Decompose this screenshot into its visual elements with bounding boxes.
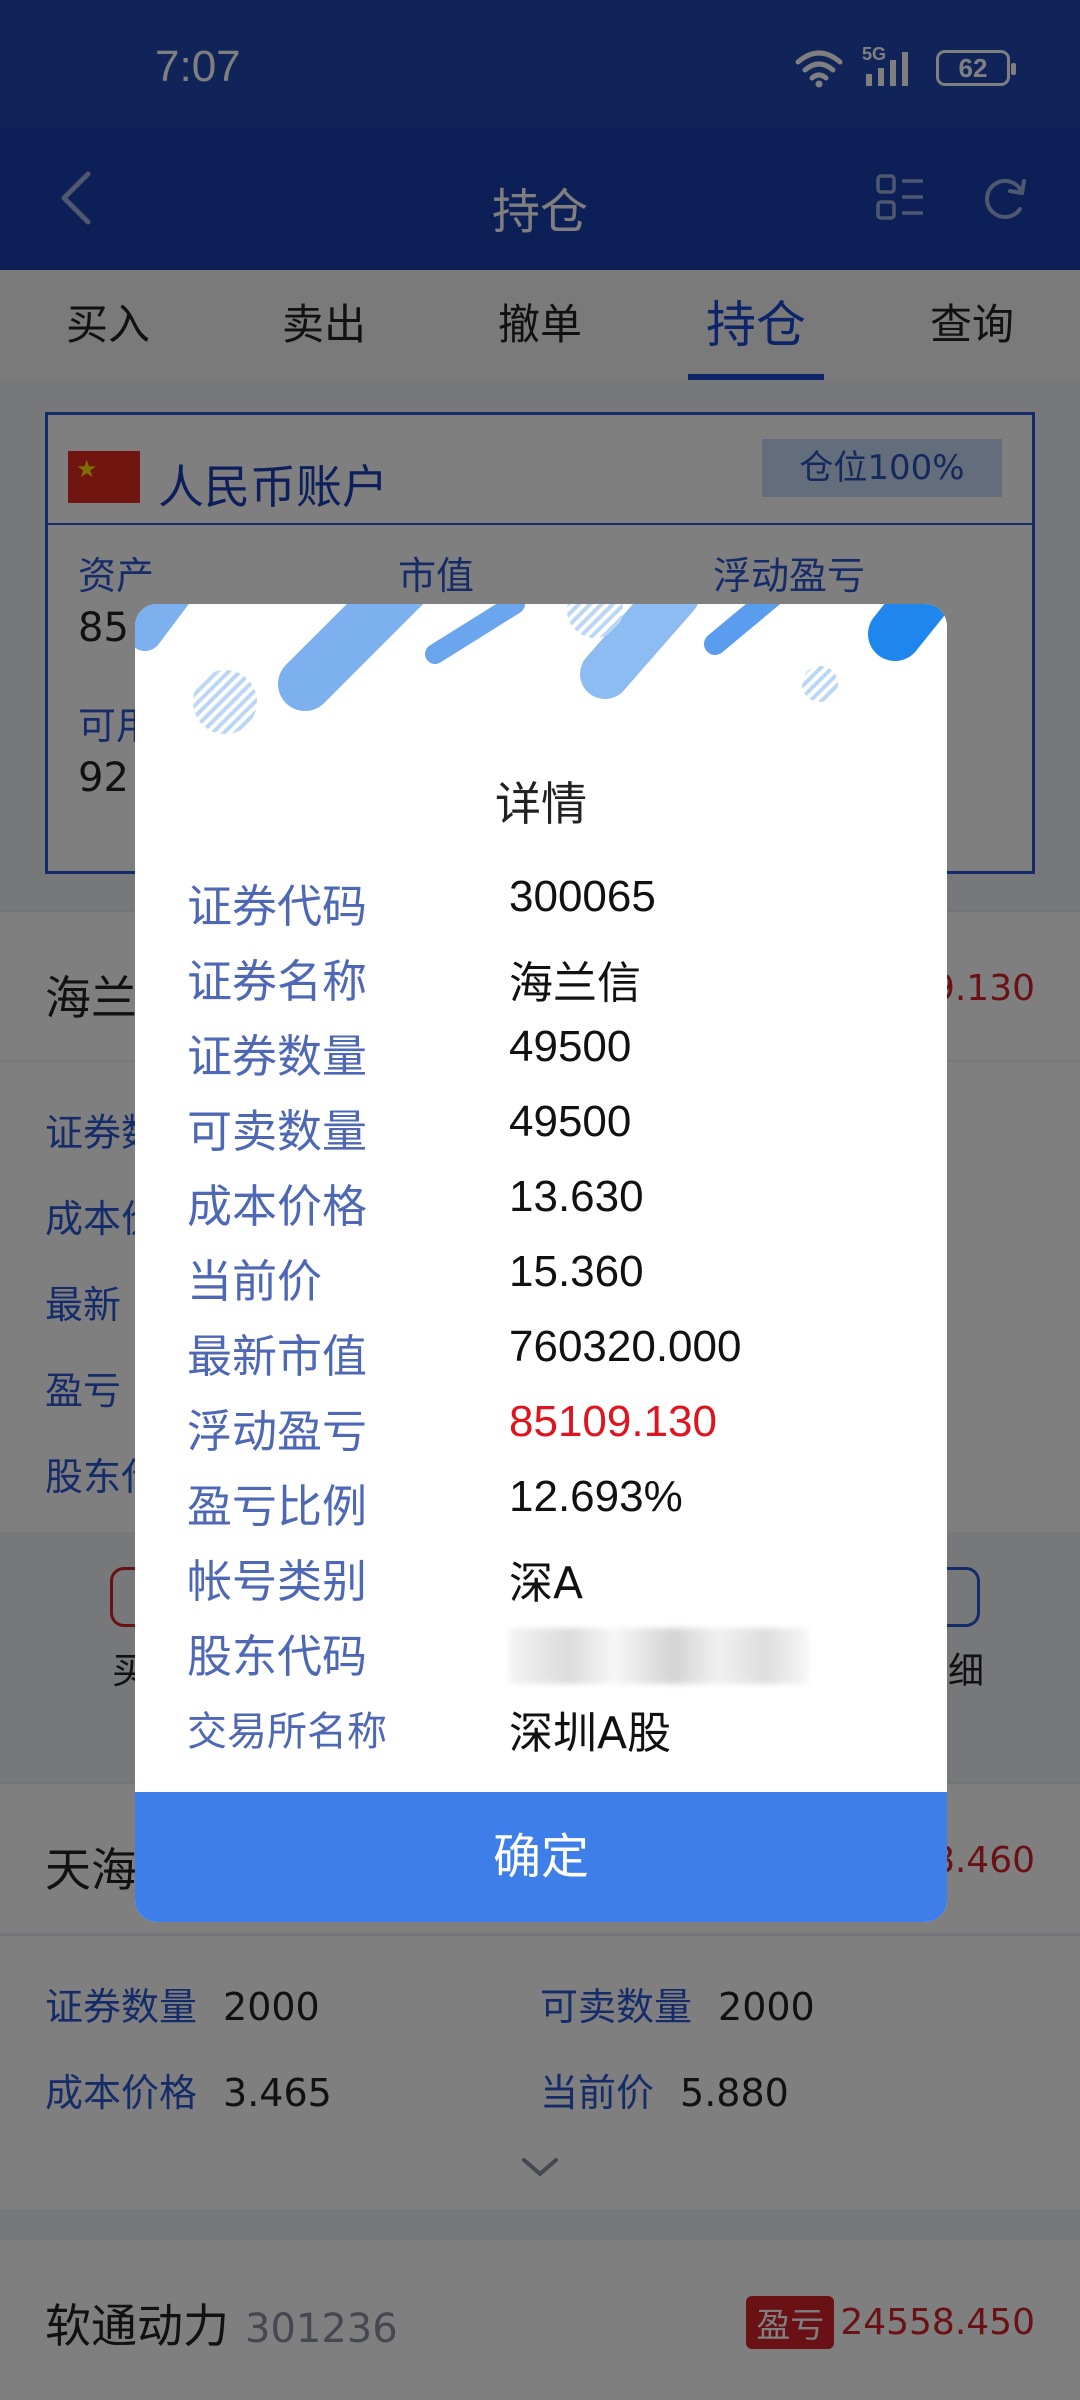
detail-label: 最新市值 [187,1330,368,1383]
detail-value: 深圳A股 [509,1708,672,1759]
detail-row-account-type: 帐号类别 深A [187,1545,907,1620]
detail-value: 13.630 [509,1172,644,1221]
detail-value: 15.360 [509,1247,644,1296]
detail-row-shareholder-code: 股东代码 [187,1620,907,1695]
detail-label: 当前价 [187,1255,323,1308]
confirm-button[interactable]: 确定 [135,1792,947,1922]
detail-row-price: 当前价 15.360 [187,1245,907,1320]
detail-label: 可卖数量 [187,1105,368,1158]
detail-value: 760320.000 [509,1322,742,1371]
detail-value: 深A [509,1558,584,1609]
detail-label: 证券名称 [187,955,368,1008]
detail-label: 交易所名称 [187,1709,387,1755]
detail-label: 帐号类别 [187,1555,368,1608]
detail-row-market-value: 最新市值 760320.000 [187,1320,907,1395]
detail-value: 12.693% [509,1472,683,1521]
detail-label: 证券数量 [187,1030,368,1083]
detail-label: 浮动盈亏 [187,1405,368,1458]
detail-dialog: 详情 证券代码 300065 证券名称 海兰信 证券数量 49500 可卖数量 … [135,604,947,1922]
detail-value: 49500 [509,1022,632,1071]
dialog-header-decoration [135,604,947,734]
detail-row-exchange: 交易所名称 深圳A股 [187,1695,907,1770]
detail-label: 盈亏比例 [187,1480,368,1533]
detail-value: 49500 [509,1097,632,1146]
detail-row-pl-ratio: 盈亏比例 12.693% [187,1470,907,1545]
detail-row-cost: 成本价格 13.630 [187,1170,907,1245]
detail-label: 成本价格 [187,1180,368,1233]
detail-row-sellable: 可卖数量 49500 [187,1095,907,1170]
detail-value: 海兰信 [509,958,641,1009]
detail-row-quantity: 证券数量 49500 [187,1020,907,1095]
detail-row-code: 证券代码 300065 [187,870,907,945]
dialog-title: 详情 [495,777,587,831]
detail-label: 证券代码 [187,880,368,933]
detail-value: 85109.130 [509,1397,717,1446]
detail-row-floating-pl: 浮动盈亏 85109.130 [187,1395,907,1470]
detail-row-name: 证券名称 海兰信 [187,945,907,1020]
detail-value: 300065 [509,872,656,921]
redacted-value [509,1628,809,1684]
detail-label: 股东代码 [187,1630,368,1683]
